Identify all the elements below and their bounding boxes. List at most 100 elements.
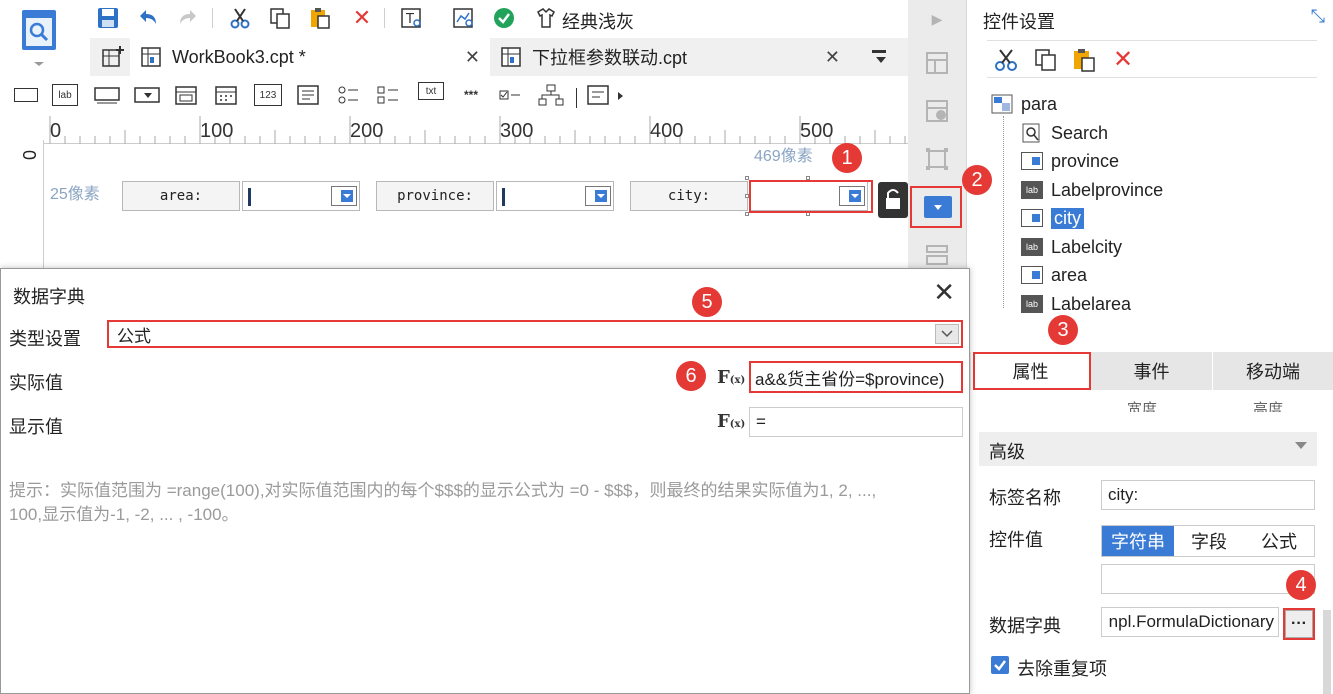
data-dictionary-dialog: 数据字典 ✕ 类型设置 公式 实际值 F(x) a&&货主省份=$provinc… — [0, 268, 970, 694]
cpt-file-icon — [141, 47, 161, 67]
tree-item-labelarea[interactable]: lab Labelarea — [1021, 292, 1131, 316]
cut-icon[interactable] — [226, 4, 254, 32]
number-widget-icon[interactable]: 123 — [254, 84, 282, 106]
tab-layout-icon[interactable] — [924, 242, 950, 268]
value-type-formula[interactable]: 公式 — [1244, 526, 1314, 556]
tab-dropdown-linkage[interactable]: 下拉框参数联动.cpt ✕ — [490, 38, 850, 76]
radio-group-icon[interactable] — [336, 84, 362, 106]
city-label-widget[interactable]: city: — [630, 181, 748, 211]
province-combobox-widget[interactable] — [496, 181, 614, 211]
textarea-widget-icon[interactable] — [296, 84, 322, 106]
checkbox-widget-icon[interactable] — [498, 84, 524, 106]
value-type-string[interactable]: 字符串 — [1102, 526, 1174, 556]
tree-item-labelcity[interactable]: lab Labelcity — [1021, 235, 1122, 259]
copy-icon[interactable] — [266, 4, 294, 32]
combobox-widget-icon[interactable] — [134, 84, 160, 106]
tree-root-para[interactable]: para — [991, 92, 1057, 116]
callout-badge-1: 1 — [832, 143, 862, 173]
more-widgets-icon[interactable] — [586, 84, 626, 106]
textbox-widget-icon[interactable] — [14, 88, 38, 102]
layout-icon[interactable] — [924, 50, 950, 76]
close-icon[interactable]: ✕ — [933, 277, 955, 308]
area-label-widget[interactable]: area: — [122, 181, 240, 211]
paste-icon[interactable] — [306, 4, 334, 32]
tree-item-province[interactable]: province — [1021, 149, 1119, 173]
height-hint: 25像素 — [50, 186, 100, 203]
button-widget-icon[interactable] — [94, 84, 120, 106]
dialog-title: 数据字典 — [13, 287, 85, 307]
area-combobox-widget[interactable] — [242, 181, 360, 211]
text-search-icon[interactable]: T — [398, 4, 426, 32]
advanced-section-header[interactable]: 高级 — [979, 432, 1317, 466]
paste-icon[interactable] — [1071, 47, 1097, 76]
ruler-label: 400 — [650, 120, 684, 142]
save-icon[interactable] — [94, 4, 122, 32]
collapse-panel-icon[interactable]: ⤡ — [1311, 6, 1325, 27]
tab-list-icon[interactable] — [870, 48, 890, 68]
copy-icon[interactable] — [1033, 47, 1059, 76]
label-widget-icon[interactable]: lab — [52, 84, 78, 106]
text-widget-icon[interactable]: txt — [418, 82, 444, 100]
chevron-down-icon — [1295, 442, 1307, 449]
tab-events[interactable]: 事件 — [1091, 352, 1213, 390]
main-toolbar: ✕ T 经典浅灰 — [0, 0, 908, 66]
tree-item-area[interactable]: area — [1021, 263, 1087, 287]
delete-icon[interactable]: ✕ — [1113, 45, 1133, 74]
chevron-down-icon — [935, 324, 959, 344]
vertical-ruler: 0 — [20, 140, 44, 270]
widget-value-input[interactable] — [1101, 564, 1315, 594]
label-name-input[interactable]: city: — [1101, 480, 1315, 510]
province-label-widget[interactable]: province: — [376, 181, 494, 211]
ruler-label: 300 — [500, 120, 534, 142]
label-icon: lab — [1021, 181, 1043, 199]
tab-workbook3[interactable]: WorkBook3.cpt * ✕ — [130, 38, 490, 76]
panel-title: 控件设置 — [983, 12, 1055, 32]
absolute-layout-icon[interactable] — [924, 146, 950, 172]
panel-scrollbar[interactable] — [1323, 610, 1331, 694]
display-value-input[interactable]: = — [749, 407, 963, 437]
check-icon[interactable] — [490, 4, 518, 32]
close-tab-icon[interactable]: ✕ — [825, 47, 840, 68]
actual-value-input[interactable]: a&&货主省份=$province) — [749, 361, 963, 393]
tree-widget-icon[interactable] — [538, 84, 564, 106]
redo-icon[interactable] — [174, 4, 202, 32]
para-icon — [991, 94, 1013, 114]
cut-icon[interactable] — [993, 47, 1019, 76]
cpt-file-icon — [501, 47, 521, 67]
lock-icon[interactable] — [878, 182, 908, 218]
expand-arrow-icon[interactable]: ▶ — [924, 6, 950, 32]
label-icon: lab — [1021, 295, 1043, 313]
tree-item-city[interactable]: city — [1021, 206, 1084, 230]
data-dict-input[interactable]: npl.FormulaDictionary — [1101, 607, 1279, 637]
theme-label[interactable]: 经典浅灰 — [562, 8, 634, 34]
callout-badge-6: 6 — [676, 361, 706, 391]
value-type-field[interactable]: 字段 — [1174, 526, 1244, 556]
formula-fx-icon[interactable]: F(x) — [717, 411, 745, 432]
tree-item-labelprovince[interactable]: lab Labelprovince — [1021, 178, 1163, 202]
chart-search-icon[interactable] — [450, 4, 478, 32]
widget-toolbar: lab 123 txt *** — [0, 78, 908, 114]
ruler-label: 200 — [350, 120, 384, 142]
app-logo-icon[interactable] — [16, 6, 62, 66]
dropdown-arrow-icon — [331, 186, 357, 206]
tab-mobile[interactable]: 移动端 — [1213, 352, 1333, 390]
hint-text: 提示：实际值范围为 =range(100),对实际值范围内的每个$$$的显示公式… — [9, 481, 877, 524]
new-sheet-icon[interactable] — [102, 46, 124, 68]
checkbox-group-icon[interactable] — [376, 84, 402, 106]
delete-icon[interactable]: ✕ — [348, 4, 376, 32]
undo-icon[interactable] — [134, 4, 162, 32]
dedupe-checkbox[interactable] — [991, 656, 1009, 674]
tab-bar: WorkBook3.cpt * ✕ 下拉框参数联动.cpt ✕ — [90, 38, 908, 76]
ruler-label: 500 — [800, 120, 834, 142]
type-select[interactable]: 公式 — [107, 320, 963, 348]
close-tab-icon[interactable]: ✕ — [465, 47, 480, 68]
width-label: 宽度 — [1127, 401, 1158, 412]
tree-item-search[interactable]: Search — [1021, 121, 1108, 145]
report-block-icon[interactable] — [924, 98, 950, 124]
password-widget-icon[interactable]: *** — [458, 84, 484, 106]
theme-shirt-icon[interactable] — [532, 4, 560, 32]
date-widget-icon[interactable] — [174, 84, 200, 106]
calendar-widget-icon[interactable] — [214, 84, 240, 106]
formula-fx-icon[interactable]: F(x) — [717, 367, 745, 388]
ruler-ticks — [49, 116, 906, 144]
